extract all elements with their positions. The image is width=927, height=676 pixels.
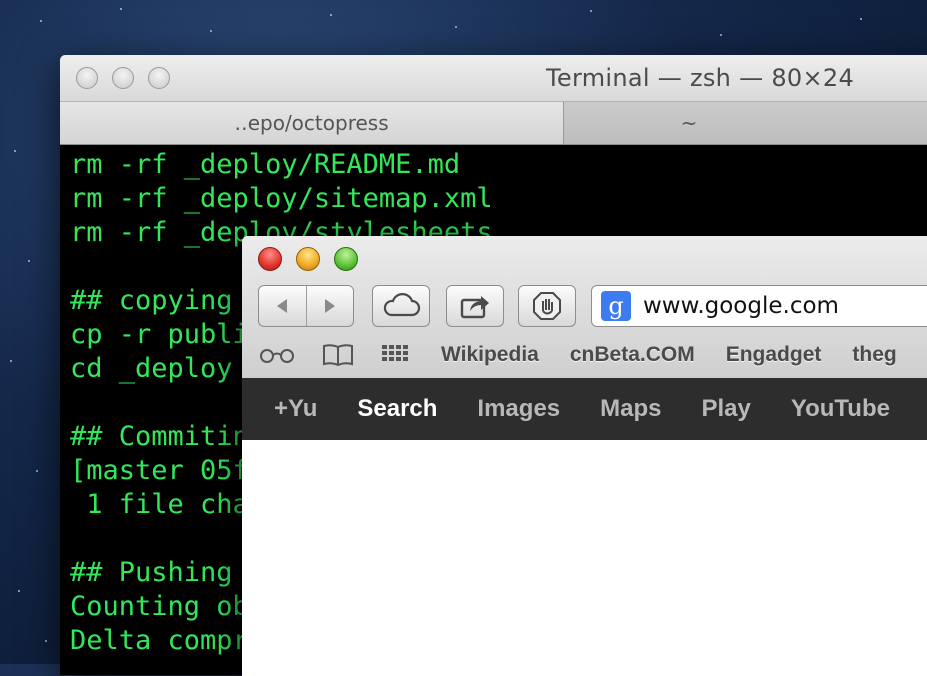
browser-toolbar-area: g www.google.com Wikipedia cnBeta.COM En… xyxy=(242,236,927,379)
back-arrow-icon xyxy=(277,299,288,313)
google-nav-bar: +Yu Search Images Maps Play YouTube xyxy=(242,378,927,440)
forward-arrow-icon xyxy=(324,299,335,313)
cloud-icon xyxy=(383,293,421,317)
minimize-button[interactable] xyxy=(112,67,134,89)
google-nav-youtube[interactable]: YouTube xyxy=(791,395,890,423)
bookmark-theg[interactable]: theg xyxy=(852,343,896,367)
stop-hand-icon xyxy=(533,292,561,320)
terminal-tab-bar: ‥epo/octopress ~ xyxy=(60,102,927,145)
share-button[interactable] xyxy=(446,285,504,327)
back-forward-buttons xyxy=(258,285,354,327)
address-text[interactable]: www.google.com xyxy=(643,293,839,319)
close-button[interactable] xyxy=(258,247,282,271)
forward-button[interactable] xyxy=(307,286,354,326)
zoom-button[interactable] xyxy=(334,247,358,271)
google-nav-maps[interactable]: Maps xyxy=(600,395,661,423)
adblock-button[interactable] xyxy=(518,285,576,327)
icloud-tabs-button[interactable] xyxy=(372,285,430,327)
reading-list-icon[interactable] xyxy=(258,338,296,372)
bookmark-cnbeta[interactable]: cnBeta.COM xyxy=(570,343,695,367)
bookmarks-icon[interactable] xyxy=(320,338,356,372)
google-nav-search[interactable]: Search xyxy=(357,395,437,423)
bookmarks-bar: Wikipedia cnBeta.COM Engadget theg xyxy=(258,338,927,372)
zoom-button[interactable] xyxy=(148,67,170,89)
page-content[interactable] xyxy=(242,440,927,676)
tab-octopress[interactable]: ‥epo/octopress xyxy=(60,102,564,144)
tab-home[interactable]: ~ xyxy=(564,102,927,144)
browser-toolbar: g www.google.com xyxy=(258,285,927,329)
bookmark-engadget[interactable]: Engadget xyxy=(726,343,822,367)
browser-window: g www.google.com Wikipedia cnBeta.COM En… xyxy=(242,236,927,676)
google-nav-play[interactable]: Play xyxy=(702,395,751,423)
bookmark-wikipedia[interactable]: Wikipedia xyxy=(441,343,539,367)
back-button[interactable] xyxy=(259,286,307,326)
terminal-titlebar[interactable]: Terminal — zsh — 80×24 xyxy=(60,55,927,102)
share-icon xyxy=(460,296,489,319)
google-nav-images[interactable]: Images xyxy=(477,395,560,423)
google-nav-plus[interactable]: +Yu xyxy=(274,395,317,423)
terminal-line: rm -rf _deploy/sitemap.xml xyxy=(70,183,493,214)
top-sites-icon[interactable] xyxy=(380,338,412,372)
minimize-button[interactable] xyxy=(296,247,320,271)
close-button[interactable] xyxy=(76,67,98,89)
window-title: Terminal — zsh — 80×24 xyxy=(546,64,855,92)
terminal-line: rm -rf _deploy/README.md xyxy=(70,149,461,180)
address-bar[interactable]: g www.google.com xyxy=(591,285,927,327)
google-search-icon: g xyxy=(601,291,631,321)
